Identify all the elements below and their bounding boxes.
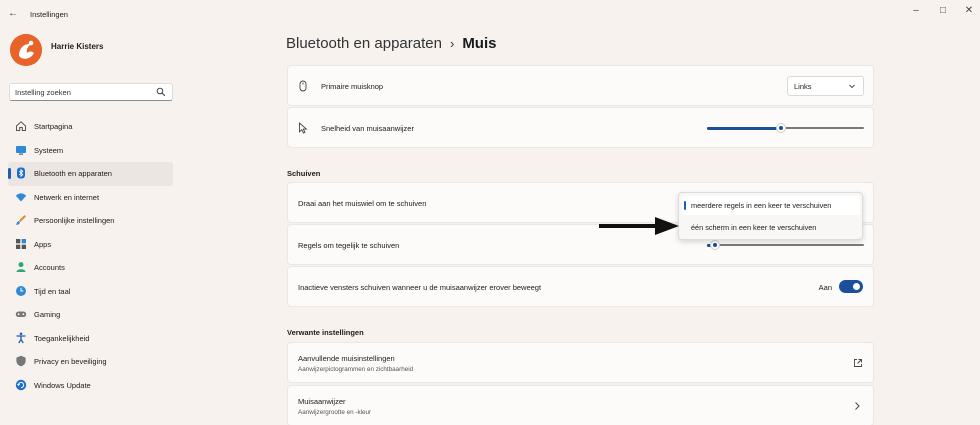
primary-button-card: Primaire muisknop Links [287,65,874,106]
sidebar-item-label: Bluetooth en apparaten [34,169,112,178]
sidebar-item-privacy[interactable]: Privacy en beveiliging [8,350,173,374]
toggle-state-label: Aan [818,283,832,292]
sidebar-item-label: Gaming [34,310,61,319]
inactive-scroll-card: Inactieve vensters schuiven wanneer u de… [287,266,874,307]
lines-scroll-slider[interactable] [707,240,864,250]
close-button[interactable]: ✕ [962,4,976,18]
chevron-down-icon [849,84,855,89]
inactive-scroll-label: Inactieve vensters schuiven wanneer u de… [298,283,542,292]
sidebar-item-label: Persoonlijke instellingen [34,216,115,225]
search-input[interactable] [15,86,155,99]
sidebar-item-label: Tijd en taal [34,286,71,296]
related-item-pointer[interactable]: Muisaanwijzer Aanwijzergrootte en -kleur [287,385,874,425]
search-icon[interactable] [156,87,166,97]
mouse-icon [297,80,309,92]
annotation-arrow-icon [599,217,679,235]
search-box[interactable] [9,83,173,101]
inactive-scroll-toggle[interactable] [839,280,863,293]
sidebar-item-gaming[interactable]: Gaming [8,303,173,327]
monitor-icon [15,144,27,156]
breadcrumb-parent-link[interactable]: Bluetooth en apparaten [286,35,442,52]
title-bar: ← Instellingen – □ ✕ [0,0,980,30]
sidebar-item-startpagina[interactable]: Startpagina [8,115,173,139]
slider-track [707,244,864,246]
related-item-subtitle: Aanwijzerpictogrammen en zichtbaarheid [298,366,414,373]
sidebar-item-netwerk[interactable]: Netwerk en internet [8,186,173,210]
sidebar-item-label: Privacy en beveiliging [34,357,107,366]
related-item-title: Muisaanwijzer [298,397,346,406]
selection-indicator [684,201,686,210]
shield-icon [15,355,27,367]
gamepad-icon [15,308,27,320]
slider-thumb[interactable] [709,240,720,250]
breadcrumb: Bluetooth en apparaten › Muis [286,35,496,52]
slider-thumb[interactable] [775,123,786,133]
user-name: Harrie Kisters [51,42,104,51]
related-item-subtitle: Aanwijzergrootte en -kleur [298,409,372,416]
sidebar-item-tijd-taal[interactable]: Tijd en taal [8,280,173,304]
minimize-button[interactable]: – [909,4,923,18]
dropdown-value: Links [794,82,812,91]
sidebar-item-label: Netwerk en internet [34,192,100,202]
external-link-icon[interactable] [853,358,863,368]
sidebar-item-windows-update[interactable]: Windows Update [8,374,173,398]
option-label: één scherm in een keer te verschuiven [691,223,817,232]
related-item-title: Aanvullende muisinstellingen [298,354,395,363]
page-title: Muis [462,35,497,52]
option-multiple-lines[interactable]: meerdere regels in een keer te verschuiv… [682,196,860,215]
selection-indicator [8,168,11,179]
section-header-related: Verwante instellingen [287,328,364,337]
section-header-scrolling: Schuiven [287,169,321,178]
sidebar-item-label: Accounts [34,263,65,272]
maximize-button[interactable]: □ [936,4,950,18]
chevron-right-icon[interactable] [853,401,861,411]
back-arrow-icon[interactable]: ← [8,8,20,20]
breadcrumb-separator: › [449,36,455,51]
sidebar-item-label: Startpagina [34,122,73,131]
sidebar-item-persoonlijk[interactable]: Persoonlijke instellingen [8,209,173,233]
pointer-speed-card: Snelheid van muisaanwijzer [287,107,874,148]
option-one-screen[interactable]: één scherm in een keer te verschuiven [682,218,860,237]
sidebar-nav: Startpagina Systeem Bluetooth en apparat… [8,115,173,397]
sidebar-item-label: Toegankelijkheid [34,333,90,343]
brush-icon [15,214,27,226]
sidebar-item-label: Apps [34,239,52,249]
bluetooth-icon [15,167,27,179]
option-label: meerdere regels in een keer te verschuiv… [691,201,832,210]
slider-fill [707,126,781,130]
update-icon [15,379,27,391]
sidebar-item-bluetooth[interactable]: Bluetooth en apparaten [8,162,173,186]
wifi-icon [15,191,27,203]
globe-clock-icon [15,285,27,297]
lines-scroll-label: Regels om tegelijk te schuiven [298,241,400,250]
home-icon [15,120,27,132]
apps-icon [15,238,27,250]
sidebar-item-systeem[interactable]: Systeem [8,139,173,163]
cursor-icon [297,122,309,134]
primary-button-dropdown[interactable]: Links [787,76,864,96]
wheel-scroll-options-popup: meerdere regels in een keer te verschuiv… [678,192,863,240]
avatar-logo-icon [10,34,42,66]
pointer-speed-slider[interactable] [707,123,864,133]
sidebar-item-label: Systeem [34,145,64,155]
sidebar-item-label: Windows Update [34,380,91,390]
person-icon [15,261,27,273]
pointer-speed-label: Snelheid van muisaanwijzer [321,124,414,133]
sidebar-item-apps[interactable]: Apps [8,233,173,257]
avatar[interactable] [10,34,42,66]
primary-button-label: Primaire muisknop [321,82,384,91]
accessibility-icon [15,332,27,344]
sidebar-item-accounts[interactable]: Accounts [8,256,173,280]
wheel-scroll-label: Draai aan het muiswiel om te schuiven [298,199,427,208]
app-title: Instellingen [30,10,68,19]
related-item-mouse-settings[interactable]: Aanvullende muisinstellingen Aanwijzerpi… [287,342,874,383]
sidebar-item-toegankelijkheid[interactable]: Toegankelijkheid [8,327,173,351]
